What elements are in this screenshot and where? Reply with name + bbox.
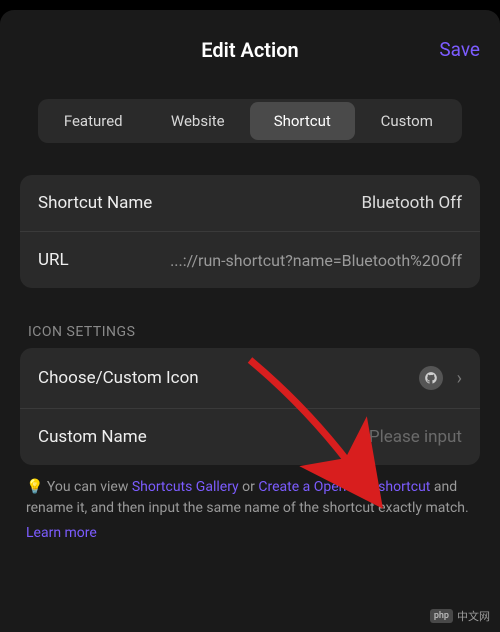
icon-settings-header: ICON SETTINGS — [28, 324, 472, 340]
watermark-badge: php — [430, 609, 453, 623]
icon-settings-card: Choose/Custom Icon › Custom Name Please … — [20, 348, 480, 465]
shortcut-name-row[interactable]: Shortcut Name Bluetooth Off — [20, 175, 480, 231]
github-icon — [424, 371, 438, 385]
tab-featured[interactable]: Featured — [41, 102, 146, 140]
url-label: URL — [38, 250, 69, 270]
url-row[interactable]: URL ...://run-shortcut?name=Bluetooth%20… — [20, 231, 480, 288]
chevron-right-icon: › — [457, 368, 462, 389]
custom-name-label: Custom Name — [38, 427, 147, 447]
shortcut-name-value: Bluetooth Off — [361, 193, 462, 213]
create-open-app-link[interactable]: Create a Open App shortcut — [258, 479, 430, 495]
icon-preview — [419, 366, 443, 390]
header: Edit Action Save — [0, 10, 500, 81]
learn-more-link[interactable]: Learn more — [26, 525, 474, 541]
custom-name-row[interactable]: Custom Name Please input — [20, 408, 480, 465]
tab-shortcut[interactable]: Shortcut — [250, 102, 355, 140]
hint-text: 💡 You can view Shortcuts Gallery or Crea… — [26, 477, 474, 519]
shortcut-card: Shortcut Name Bluetooth Off URL ...://ru… — [20, 175, 480, 288]
custom-name-placeholder: Please input — [369, 427, 462, 447]
page-title: Edit Action — [201, 38, 298, 62]
shortcuts-gallery-link[interactable]: Shortcuts Gallery — [132, 479, 239, 495]
tab-bar: Featured Website Shortcut Custom — [38, 99, 462, 143]
choose-icon-row[interactable]: Choose/Custom Icon › — [20, 348, 480, 408]
tab-website[interactable]: Website — [146, 102, 251, 140]
watermark-text: 中文网 — [457, 608, 490, 624]
shortcut-name-label: Shortcut Name — [38, 193, 152, 213]
save-button[interactable]: Save — [439, 38, 480, 61]
choose-icon-label: Choose/Custom Icon — [38, 368, 199, 388]
tab-custom[interactable]: Custom — [355, 102, 460, 140]
watermark: php 中文网 — [430, 608, 490, 624]
url-value: ...://run-shortcut?name=Bluetooth%20Off — [170, 251, 462, 270]
bulb-icon: 💡 — [26, 479, 43, 495]
edit-action-sheet: Edit Action Save Featured Website Shortc… — [0, 10, 500, 632]
